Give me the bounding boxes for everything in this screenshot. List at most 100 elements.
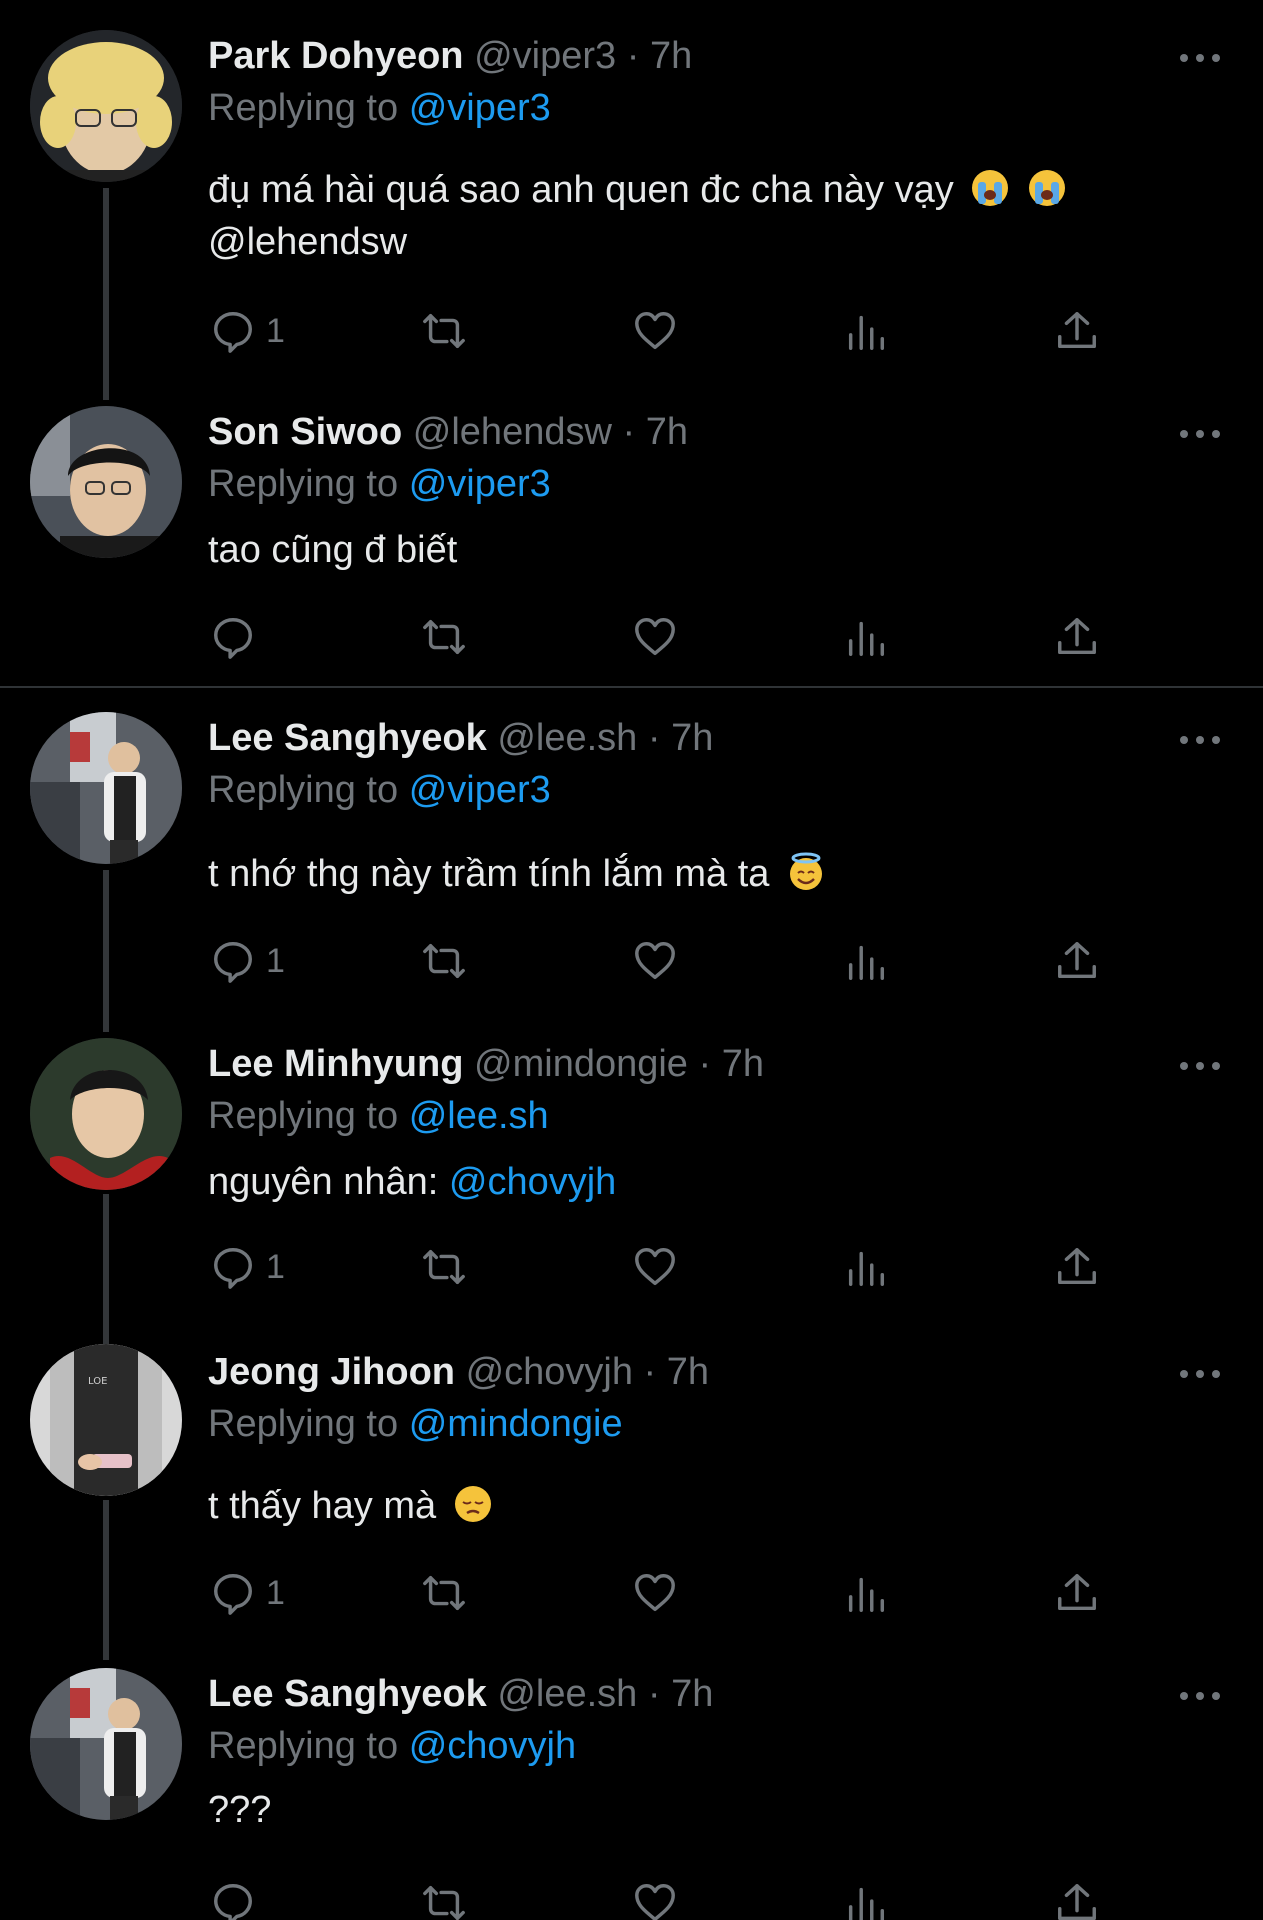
display-name[interactable]: Park Dohyeon bbox=[208, 35, 464, 77]
more-icon[interactable] bbox=[1180, 1056, 1220, 1076]
avatar-image bbox=[30, 406, 182, 558]
reply-icon bbox=[214, 942, 252, 983]
share-button[interactable] bbox=[1054, 306, 1100, 356]
handle[interactable]: @chovyjh bbox=[466, 1351, 633, 1393]
views-icon bbox=[848, 1577, 885, 1612]
timestamp[interactable]: · 7h bbox=[648, 1673, 713, 1715]
reply-button[interactable]: 1 bbox=[210, 1242, 285, 1292]
svg-text:LOE: LOE bbox=[88, 1376, 107, 1387]
replying-to: Replying to @viper3 bbox=[208, 462, 551, 506]
like-button[interactable] bbox=[632, 1878, 678, 1920]
timestamp[interactable]: · 7h bbox=[699, 1043, 764, 1085]
display-name[interactable]: Jeong Jihoon bbox=[208, 1351, 455, 1393]
share-button[interactable] bbox=[1054, 1568, 1100, 1618]
views-button[interactable] bbox=[843, 1878, 889, 1920]
loudly-crying-face-icon bbox=[972, 170, 1009, 206]
views-icon bbox=[848, 1251, 885, 1286]
avatar[interactable]: LOE bbox=[30, 1344, 182, 1496]
like-button[interactable] bbox=[632, 1242, 678, 1292]
more-icon[interactable] bbox=[1180, 1686, 1220, 1706]
retweet-icon bbox=[423, 1249, 465, 1285]
tweet-text: t nhớ thg này trầm tính lắm mà ta bbox=[208, 848, 826, 900]
views-icon bbox=[848, 945, 885, 980]
handle[interactable]: @viper3 bbox=[474, 35, 616, 77]
reply-button[interactable]: 1 bbox=[210, 936, 285, 986]
retweet-button[interactable] bbox=[421, 612, 467, 662]
display-name[interactable]: Son Siwoo bbox=[208, 411, 402, 453]
tweet[interactable]: Lee Sanghyeok @lee.sh · 7h Replying to @… bbox=[0, 688, 1263, 1010]
smiling-face-with-halo-icon bbox=[789, 852, 822, 890]
replying-label: Replying to bbox=[208, 1403, 399, 1445]
tweet[interactable]: Lee Sanghyeok @lee.sh · 7h Replying to @… bbox=[0, 1660, 1263, 1920]
tweet[interactable]: Lee Minhyung @mindongie · 7h Replying to… bbox=[0, 1010, 1263, 1340]
more-icon[interactable] bbox=[1180, 730, 1220, 750]
tweet[interactable]: Park Dohyeon @viper3 · 7h Replying to @v… bbox=[0, 0, 1263, 400]
timestamp[interactable]: · 7h bbox=[644, 1351, 709, 1393]
views-button[interactable] bbox=[843, 936, 889, 986]
share-button[interactable] bbox=[1054, 612, 1100, 662]
retweet-button[interactable] bbox=[421, 936, 467, 986]
replying-mention[interactable]: @viper3 bbox=[409, 87, 551, 129]
replying-mention[interactable]: @viper3 bbox=[409, 463, 551, 505]
timestamp[interactable]: · 7h bbox=[627, 35, 692, 77]
handle[interactable]: @lee.sh bbox=[497, 717, 637, 759]
views-icon bbox=[848, 1887, 885, 1920]
avatar[interactable] bbox=[30, 1038, 182, 1190]
handle[interactable]: @lehendsw bbox=[413, 411, 612, 453]
tweet-text: tao cũng đ biết bbox=[208, 529, 458, 571]
avatar[interactable] bbox=[30, 712, 182, 864]
replying-mention[interactable]: @mindongie bbox=[409, 1403, 623, 1445]
like-button[interactable] bbox=[632, 306, 678, 356]
avatar-image bbox=[30, 1668, 182, 1820]
replying-mention[interactable]: @lee.sh bbox=[409, 1095, 549, 1137]
tweet[interactable]: Son Siwoo @lehendsw · 7h Replying to @vi… bbox=[0, 400, 1263, 686]
tweet[interactable]: LOE Jeong Jihoon @chovyjh · 7h Replying … bbox=[0, 1340, 1263, 1660]
more-icon[interactable] bbox=[1180, 424, 1220, 444]
like-button[interactable] bbox=[632, 936, 678, 986]
handle[interactable]: @mindongie bbox=[474, 1043, 688, 1085]
replying-label: Replying to bbox=[208, 769, 399, 811]
views-icon bbox=[848, 621, 885, 656]
like-button[interactable] bbox=[632, 1568, 678, 1618]
reply-button[interactable]: 1 bbox=[210, 1568, 285, 1618]
retweet-icon bbox=[423, 943, 465, 979]
reply-button[interactable] bbox=[210, 1878, 266, 1920]
share-button[interactable] bbox=[1054, 1242, 1100, 1292]
retweet-button[interactable] bbox=[421, 1878, 467, 1920]
timestamp[interactable]: · 7h bbox=[648, 717, 713, 759]
avatar[interactable] bbox=[30, 30, 182, 182]
replying-to: Replying to @mindongie bbox=[208, 1402, 623, 1446]
reply-button[interactable]: 1 bbox=[210, 306, 285, 356]
share-icon bbox=[1058, 618, 1096, 655]
like-button[interactable] bbox=[632, 612, 678, 662]
display-name[interactable]: Lee Minhyung bbox=[208, 1043, 463, 1085]
reply-icon bbox=[214, 1248, 252, 1289]
tweet-mention[interactable]: @chovyjh bbox=[449, 1161, 616, 1203]
display-name[interactable]: Lee Sanghyeok bbox=[208, 1673, 487, 1715]
retweet-button[interactable] bbox=[421, 306, 467, 356]
reply-icon bbox=[214, 1884, 252, 1920]
retweet-icon bbox=[423, 1885, 465, 1920]
views-button[interactable] bbox=[843, 306, 889, 356]
share-button[interactable] bbox=[1054, 936, 1100, 986]
handle[interactable]: @lee.sh bbox=[497, 1673, 637, 1715]
avatar[interactable] bbox=[30, 406, 182, 558]
more-icon[interactable] bbox=[1180, 1364, 1220, 1384]
views-button[interactable] bbox=[843, 1242, 889, 1292]
views-button[interactable] bbox=[843, 612, 889, 662]
share-button[interactable] bbox=[1054, 1878, 1100, 1920]
replying-mention[interactable]: @chovyjh bbox=[409, 1725, 576, 1767]
retweet-button[interactable] bbox=[421, 1568, 467, 1618]
replying-mention[interactable]: @viper3 bbox=[409, 769, 551, 811]
tweet-mention[interactable]: @lehendsw bbox=[208, 216, 407, 268]
reply-button[interactable] bbox=[210, 612, 266, 662]
retweet-icon bbox=[423, 313, 465, 349]
timestamp[interactable]: · 7h bbox=[622, 411, 687, 453]
tweet-text: đụ má hài quá sao anh quen đc cha này vạ… bbox=[208, 164, 1067, 216]
tweet-text: t thấy hay mà bbox=[208, 1480, 493, 1532]
avatar[interactable] bbox=[30, 1668, 182, 1820]
retweet-button[interactable] bbox=[421, 1242, 467, 1292]
more-icon[interactable] bbox=[1180, 48, 1220, 68]
display-name[interactable]: Lee Sanghyeok bbox=[208, 717, 487, 759]
views-button[interactable] bbox=[843, 1568, 889, 1618]
